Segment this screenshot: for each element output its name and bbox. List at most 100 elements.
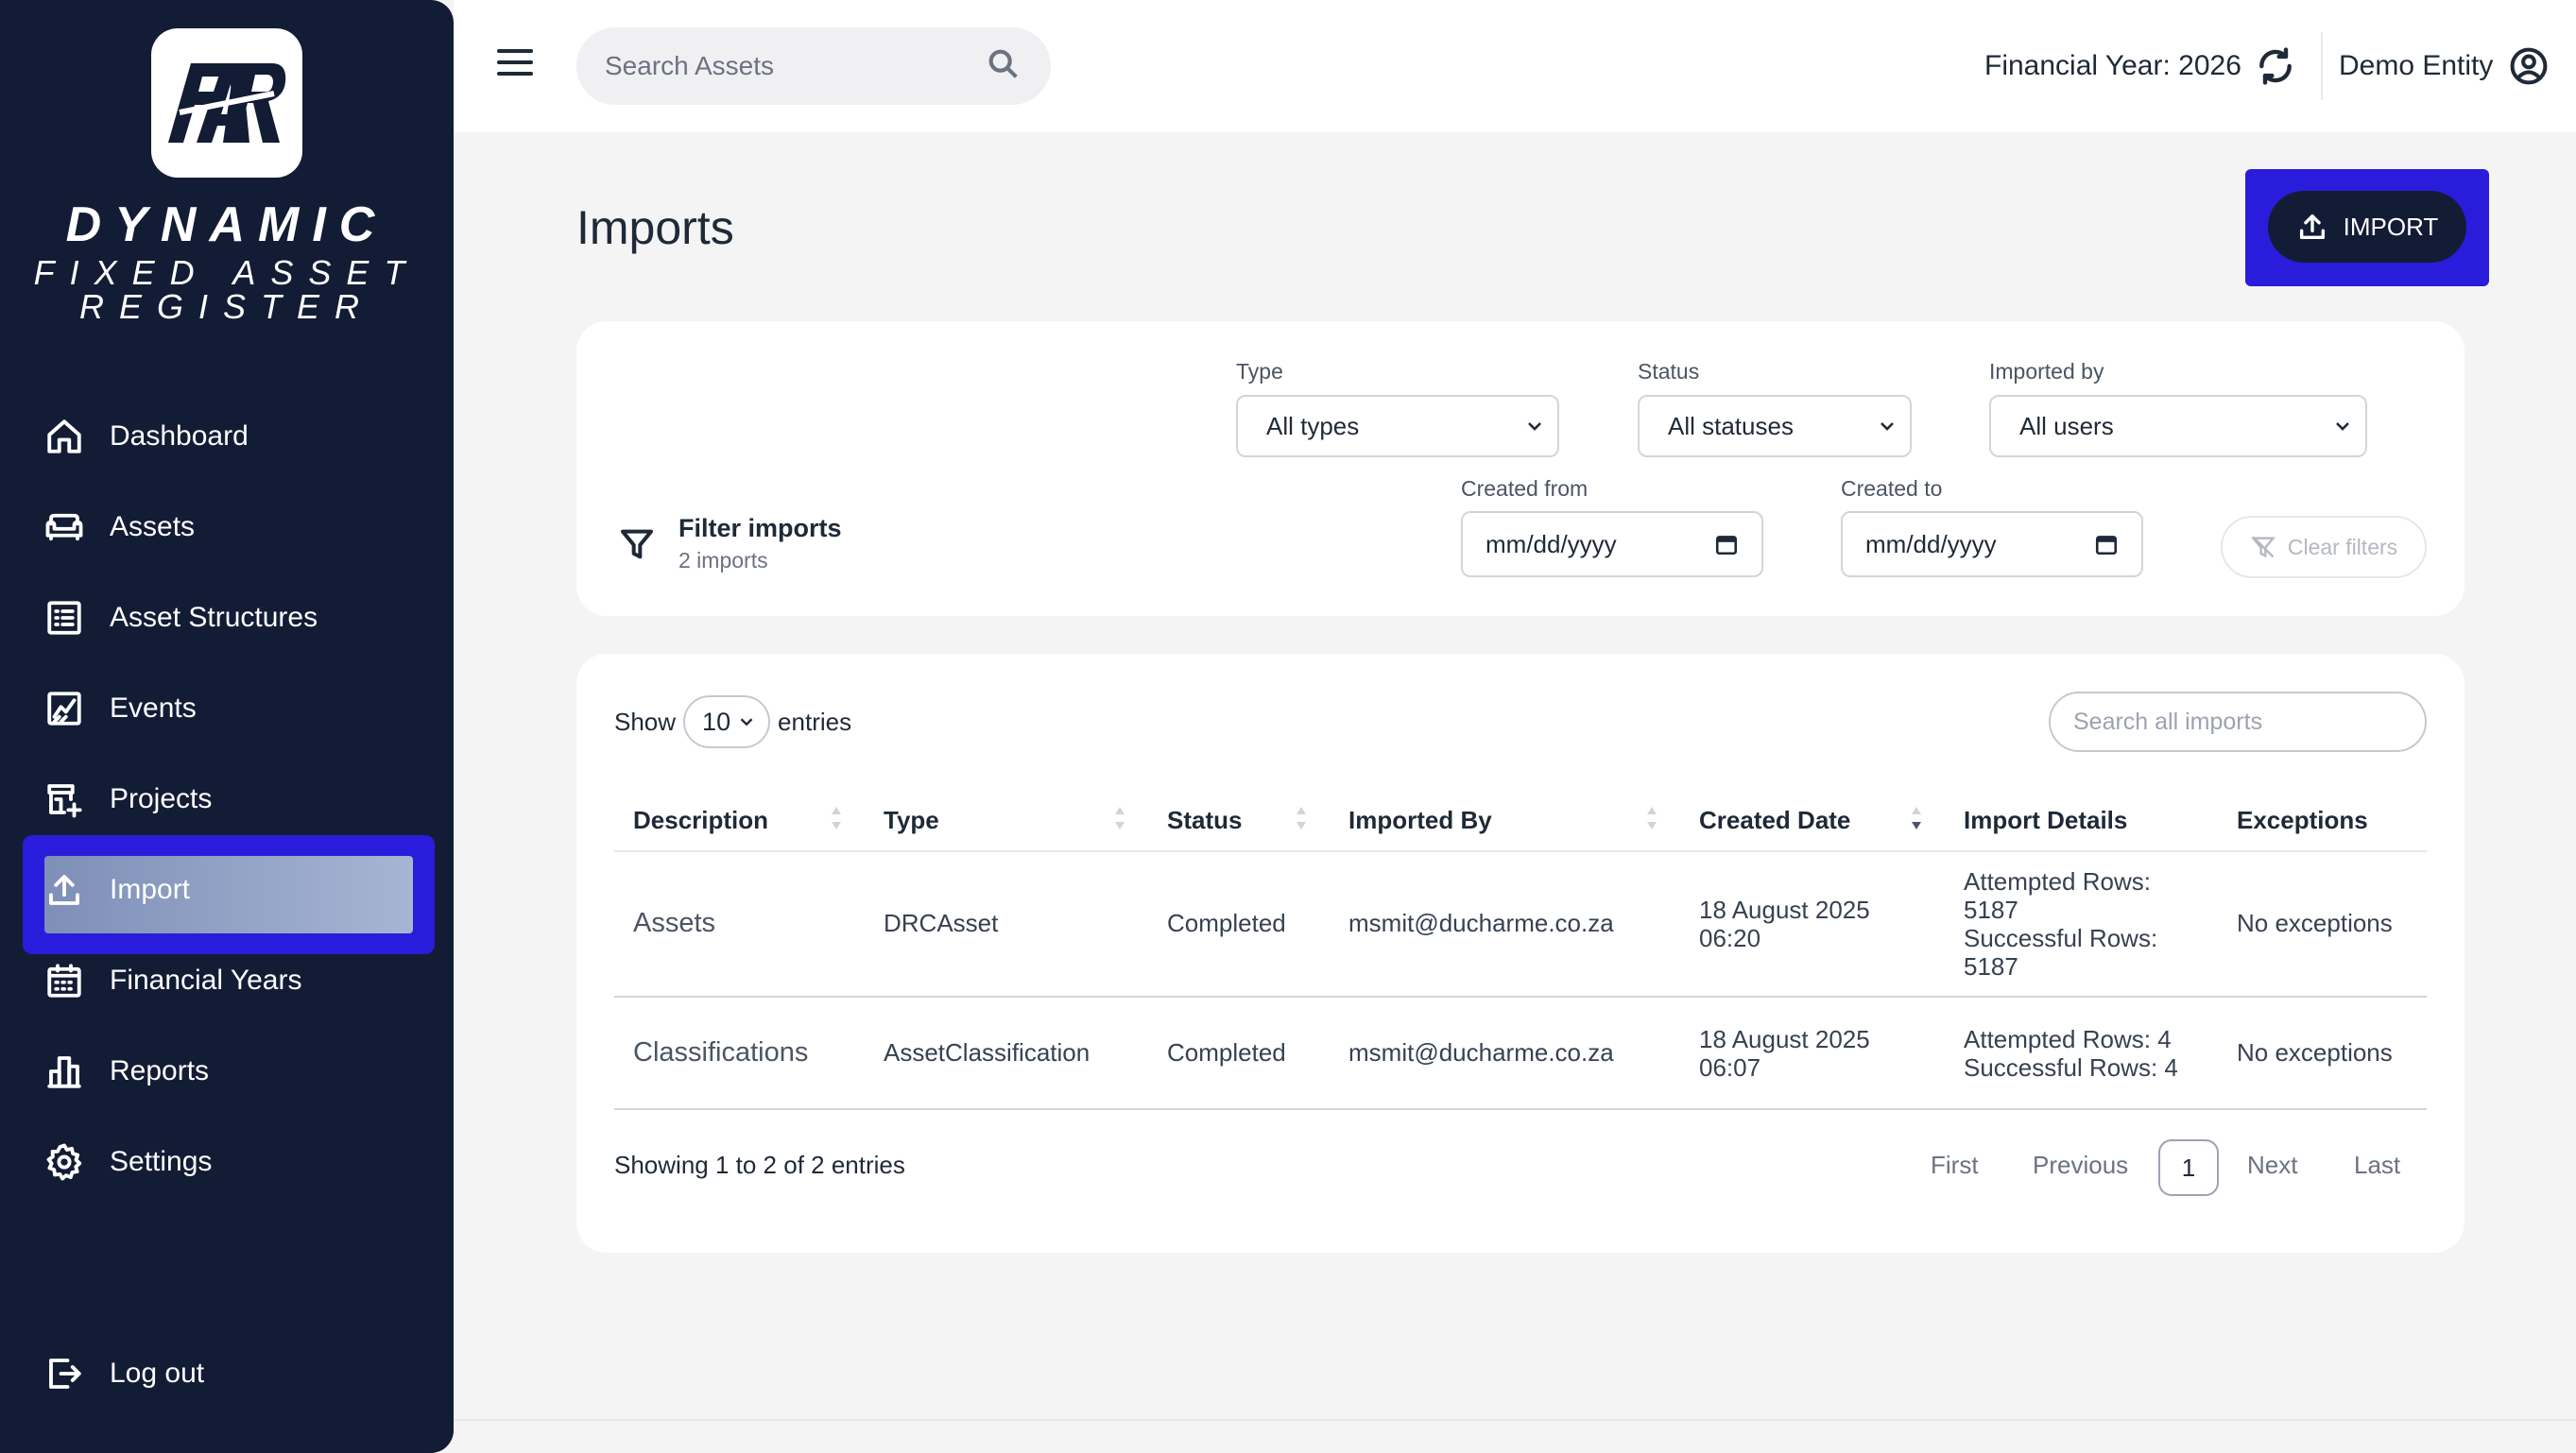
sort-icon[interactable]: [1111, 801, 1128, 835]
created-from-label: Created from: [1461, 476, 1589, 501]
row-divider-line: [614, 1108, 2427, 1110]
column-header-exceptions: Exceptions: [2237, 805, 2368, 834]
far-logo-icon: [168, 63, 286, 143]
financial-year-selector[interactable]: Financial Year: 2026: [1984, 40, 2296, 93]
sidebar-item-settings[interactable]: Settings: [43, 1124, 412, 1200]
user-circle-icon: [2510, 47, 2548, 85]
filter-count: 2 imports: [678, 548, 768, 573]
sidebar-item-label: Import: [110, 874, 191, 905]
asset-search: [576, 27, 1051, 105]
cell-exceptions: No exceptions: [2237, 909, 2393, 937]
financial-year-label: Financial Year: 2026: [1984, 50, 2241, 81]
sort-desc-icon[interactable]: [1908, 801, 1925, 835]
column-header-type[interactable]: Type: [884, 801, 939, 839]
upload-icon: [2299, 214, 2325, 240]
brand-line-3: REGISTER: [78, 287, 375, 326]
clear-filters-button[interactable]: Clear filters: [2221, 516, 2427, 578]
column-header-status[interactable]: Status: [1167, 801, 1242, 839]
cell-created-date: 18 August 2025 06:07: [1699, 1025, 1870, 1082]
sort-icon[interactable]: [1293, 801, 1310, 835]
cell-status: Completed: [1167, 909, 1286, 937]
imported-by-filter-label: Imported by: [1989, 359, 2104, 384]
column-header-description[interactable]: Description: [633, 801, 768, 839]
refresh-icon[interactable]: [2255, 45, 2296, 87]
created-from-input[interactable]: mm/dd/yyyy: [1461, 511, 1763, 577]
app-logo[interactable]: [151, 28, 302, 178]
sidebar-item-projects[interactable]: Projects: [43, 761, 412, 837]
pagination-last[interactable]: Last: [2354, 1151, 2400, 1180]
status-filter-value: All statuses: [1668, 411, 1794, 440]
logout-button[interactable]: Log out: [43, 1336, 412, 1411]
details-line: Successful Rows: 4: [1964, 1053, 2178, 1082]
table-search: [2049, 692, 2427, 752]
footer-divider: [454, 1419, 2576, 1421]
calendar-icon[interactable]: [1714, 532, 1739, 556]
gear-icon: [43, 1141, 85, 1183]
sidebar-item-assets[interactable]: Assets: [43, 489, 412, 565]
created-date: 18 August 2025: [1699, 896, 1870, 924]
chevron-down-icon: [2336, 422, 2349, 431]
search-input[interactable]: [605, 51, 985, 81]
table-search-input[interactable]: [2073, 708, 2402, 736]
created-time: 06:07: [1699, 1053, 1761, 1082]
created-time: 06:20: [1699, 924, 1761, 952]
page-size-value: 10: [702, 707, 731, 736]
sidebar-item-label: Asset Structures: [110, 602, 318, 633]
calendar-icon[interactable]: [2094, 532, 2119, 556]
cell-description: Assets: [633, 908, 716, 938]
import-button[interactable]: IMPORT: [2268, 191, 2466, 263]
clear-filters-label: Clear filters: [2287, 534, 2398, 559]
cell-status: Completed: [1167, 1038, 1286, 1067]
sidebar-item-events[interactable]: Events: [43, 671, 412, 746]
sort-icon[interactable]: [828, 801, 845, 835]
menu-toggle-icon[interactable]: [497, 49, 533, 83]
sidebar-item-dashboard[interactable]: Dashboard: [43, 399, 412, 474]
cell-created-date: 18 August 2025 06:20: [1699, 896, 1870, 952]
sidebar-item-import[interactable]: Import: [43, 852, 412, 928]
pagination-next[interactable]: Next: [2247, 1151, 2297, 1180]
chevron-down-icon: [1528, 422, 1541, 431]
column-header-created-date[interactable]: Created Date: [1699, 801, 1850, 839]
pagination-page-1[interactable]: 1: [2158, 1139, 2219, 1196]
cell-imported-by: msmit@ducharme.co.za: [1348, 1038, 1614, 1067]
type-filter-select[interactable]: All types: [1236, 395, 1559, 457]
logout-icon: [43, 1353, 85, 1394]
sidebar-item-label: Assets: [110, 511, 196, 542]
cell-description: Classifications: [633, 1037, 809, 1068]
sort-icon[interactable]: [1643, 801, 1660, 835]
sidebar-item-label: Financial Years: [110, 965, 302, 996]
bar-chart-icon: [43, 1051, 85, 1092]
filter-off-icon: [2250, 536, 2275, 558]
sidebar-item-label: Reports: [110, 1055, 210, 1086]
show-label: Show: [614, 707, 677, 736]
details-line: Attempted Rows: 4: [1964, 1025, 2172, 1053]
status-filter-select[interactable]: All statuses: [1638, 395, 1912, 457]
filter-title: Filter imports: [678, 514, 842, 542]
header-divider-line: [614, 850, 2427, 852]
created-to-input[interactable]: mm/dd/yyyy: [1841, 511, 2143, 577]
cell-import-details: Attempted Rows: 4 Successful Rows: 4: [1964, 1025, 2178, 1082]
list-icon: [43, 597, 85, 639]
sidebar-item-label: Dashboard: [110, 420, 249, 452]
details-line: Attempted Rows:: [1964, 867, 2151, 896]
filter-icon: [621, 529, 653, 559]
cell-type: AssetClassification: [884, 1038, 1091, 1067]
search-icon[interactable]: [985, 45, 1022, 88]
entity-menu[interactable]: Demo Entity: [2339, 40, 2550, 93]
chevron-down-icon: [1880, 422, 1894, 431]
sidebar-item-asset-structures[interactable]: Asset Structures: [43, 580, 412, 656]
chevron-down-icon: [740, 718, 753, 726]
pagination-previous[interactable]: Previous: [2033, 1151, 2128, 1180]
column-header-imported-by[interactable]: Imported By: [1348, 801, 1492, 839]
sidebar-item-label: Events: [110, 692, 197, 724]
sidebar-item-reports[interactable]: Reports: [43, 1034, 412, 1109]
sidebar-item-financial-years[interactable]: Financial Years: [43, 943, 412, 1018]
page-size-select[interactable]: 10: [683, 695, 771, 748]
pagination-first[interactable]: First: [1931, 1151, 1979, 1180]
imported-by-filter-select[interactable]: All users: [1989, 395, 2367, 457]
import-button-label: IMPORT: [2343, 212, 2439, 241]
entity-name: Demo Entity: [2339, 50, 2494, 81]
type-filter-label: Type: [1236, 359, 1283, 384]
cell-type: DRCAsset: [884, 909, 999, 937]
sidebar-item-label: Settings: [110, 1146, 213, 1177]
